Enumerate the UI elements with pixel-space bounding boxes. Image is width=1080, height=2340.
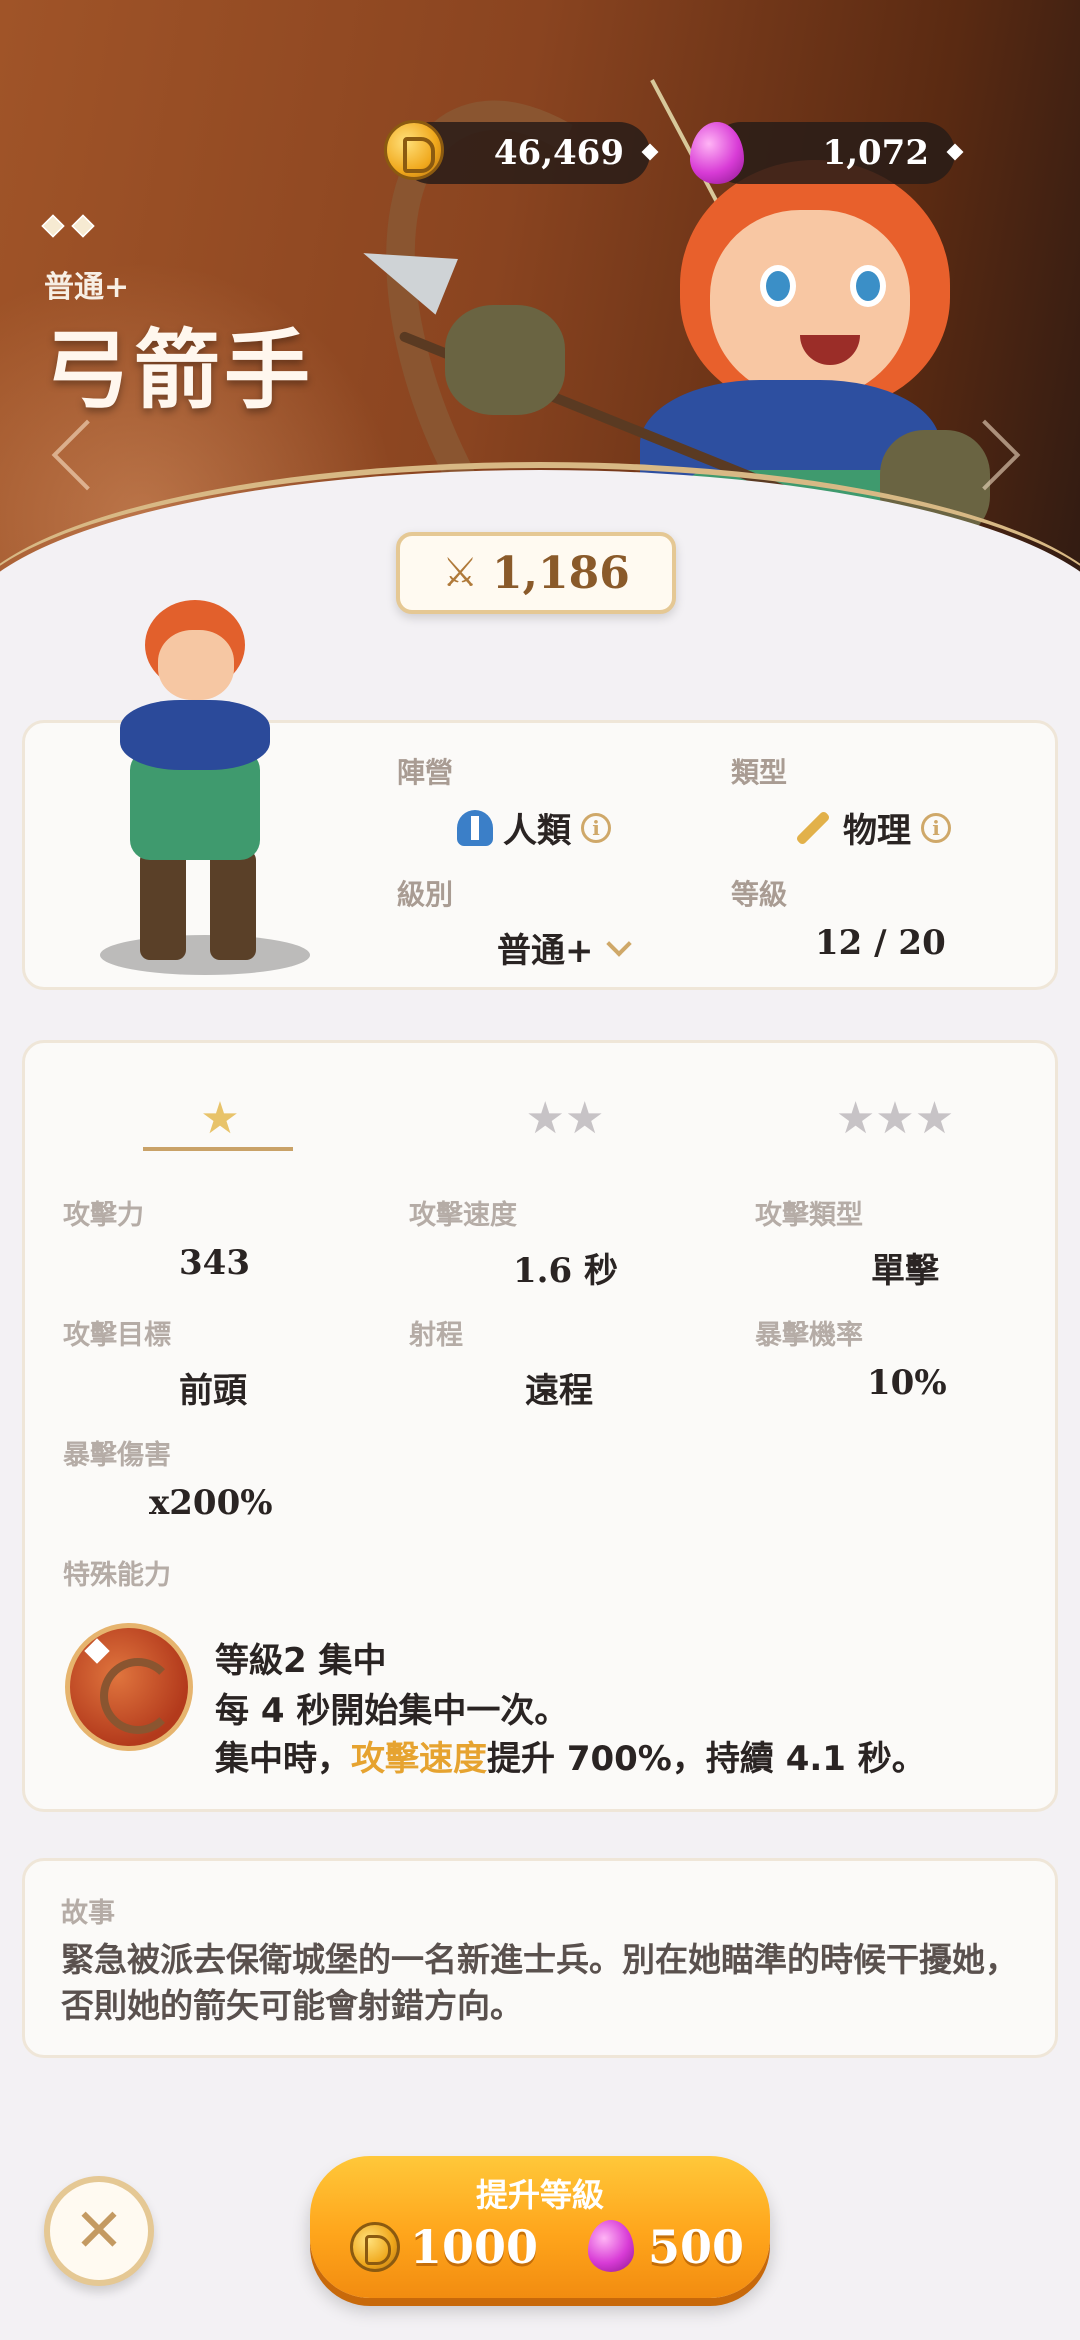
rarity-diamonds xyxy=(41,214,95,238)
stat-value: x200% xyxy=(149,1483,273,1523)
upgrade-label: 提升等級 xyxy=(475,2176,604,2214)
upgrade-gold-cost: 1000 xyxy=(410,2220,539,2274)
type-value[interactable]: 物理 i xyxy=(793,803,951,852)
upgrade-level-button[interactable]: 提升等級 1000 500 xyxy=(310,2156,770,2298)
skill-focus-icon[interactable] xyxy=(65,1623,193,1751)
special-ability-label: 特殊能力 xyxy=(63,1560,171,1591)
stat-value: 前頭 xyxy=(179,1371,247,1411)
sprite-face xyxy=(158,630,234,700)
grade-label: 級別 xyxy=(397,878,454,911)
gem-amount: 1,072 xyxy=(822,133,929,173)
gold-amount: 46,469 xyxy=(493,133,624,173)
skill-description-line: 每 4 秒開始集中一次。 xyxy=(215,1691,569,1731)
archer-sprite xyxy=(40,600,340,980)
faction-label: 陣營 xyxy=(397,756,454,789)
gold-coin-icon xyxy=(350,2222,400,2272)
helmet-icon xyxy=(457,809,493,846)
type-label: 類型 xyxy=(731,756,788,789)
stat-value: 單擊 xyxy=(871,1251,939,1291)
story-card: 故事 緊急被派去保衛城堡的一名新進士兵。別在她瞄準的時候干擾她，否則她的箭矢可能… xyxy=(22,1858,1058,2058)
close-button[interactable]: ✕ xyxy=(44,2176,154,2286)
upgrade-cost-row: 1000 500 xyxy=(350,2212,750,2282)
stat-label: 暴擊機率 xyxy=(755,1320,863,1351)
info-icon[interactable]: i xyxy=(581,812,611,843)
archer-face-art xyxy=(710,210,910,400)
archer-eye-art xyxy=(760,265,796,307)
skill-highlight: 攻擊速度 xyxy=(351,1739,487,1779)
stat-label: 暴擊傷害 xyxy=(63,1440,171,1471)
level-label: 等級 xyxy=(731,878,788,911)
faction-value[interactable]: 人類 i xyxy=(457,803,611,852)
diamond-icon xyxy=(71,214,95,238)
story-text: 緊急被派去保衛城堡的一名新進士兵。別在她瞄準的時候干擾她，否則她的箭矢可能會射錯… xyxy=(61,1940,1018,2025)
skill-title: 等級2 集中 xyxy=(215,1641,387,1681)
sword-icon xyxy=(795,809,831,846)
close-icon: ✕ xyxy=(73,2196,125,2266)
stat-value: 10% xyxy=(867,1363,947,1403)
power-value: 1,186 xyxy=(492,547,630,599)
grade-text: 普通+ xyxy=(497,931,594,971)
chevron-down-icon xyxy=(605,930,632,957)
tab-two-star[interactable]: ★★ xyxy=(465,1083,665,1153)
sprite-shadow xyxy=(100,935,310,975)
stat-label: 攻擊類型 xyxy=(755,1200,863,1231)
tab-three-star[interactable]: ★★★ xyxy=(785,1083,1005,1153)
stats-card: ★ ★★ ★★★ 攻擊力 343 攻擊速度 1.6 秒 攻擊類型 單擊 攻擊目標… xyxy=(22,1040,1058,1812)
stat-label: 攻擊力 xyxy=(63,1200,144,1231)
archer-eye-art xyxy=(850,265,886,307)
crossed-swords-icon: ⚔ xyxy=(442,550,479,596)
level-value: 12 / 20 xyxy=(815,923,946,963)
skill-text: 提升 700%，持續 4.1 秒。 xyxy=(487,1739,926,1779)
stat-value: 343 xyxy=(179,1243,250,1283)
story-label: 故事 xyxy=(61,1898,115,1929)
stat-label: 攻擊速度 xyxy=(409,1200,517,1231)
faction-text: 人類 xyxy=(503,811,571,851)
gold-coin-icon xyxy=(384,120,444,180)
sprite-cape xyxy=(120,700,270,770)
power-badge: ⚔ 1,186 xyxy=(396,532,676,614)
grade-dropdown[interactable]: 普通+ xyxy=(497,923,632,972)
gem-currency-bar[interactable]: 1,072 xyxy=(710,122,964,184)
gem-icon xyxy=(588,2220,638,2272)
stat-label: 射程 xyxy=(409,1320,463,1351)
sprite-leg xyxy=(210,850,256,960)
diamond-icon xyxy=(41,214,65,238)
hero-name: 弓箭手 xyxy=(44,321,314,421)
info-icon[interactable]: i xyxy=(921,812,951,843)
stat-value: 1.6 秒 xyxy=(513,1251,618,1291)
skill-text: 集中時， xyxy=(215,1739,351,1779)
sprite-leg xyxy=(140,850,186,960)
type-text: 物理 xyxy=(843,811,911,851)
tab-one-star[interactable]: ★ xyxy=(145,1083,295,1153)
stat-value: 遠程 xyxy=(525,1371,593,1411)
stat-label: 攻擊目標 xyxy=(63,1320,171,1351)
skill-description-line: 集中時，攻擊速度提升 700%，持續 4.1 秒。 xyxy=(215,1731,926,1780)
glove-art xyxy=(445,305,565,415)
active-tab-underline xyxy=(143,1147,293,1151)
upgrade-gem-cost: 500 xyxy=(648,2220,745,2274)
